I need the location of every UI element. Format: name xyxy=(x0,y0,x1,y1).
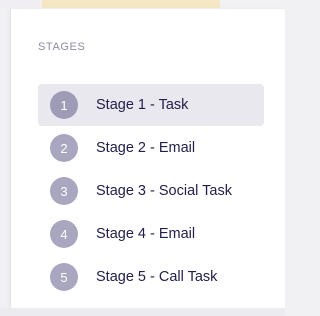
stage-item-5[interactable]: 5 Stage 5 - Call Task xyxy=(38,256,264,298)
stage-item-4[interactable]: 4 Stage 4 - Email xyxy=(38,213,264,255)
stage-number-badge: 5 xyxy=(50,263,78,291)
stage-item-1[interactable]: 1 Stage 1 - Task xyxy=(38,84,264,126)
background-highlight xyxy=(42,0,220,8)
stage-number-badge: 4 xyxy=(50,220,78,248)
background-bottom xyxy=(0,308,285,316)
stage-number-badge: 1 xyxy=(50,91,78,119)
stage-label: Stage 2 - Email xyxy=(96,140,196,156)
stage-label: Stage 3 - Social Task xyxy=(96,183,232,199)
panel-title: STAGES xyxy=(38,41,86,53)
background-left xyxy=(0,0,40,8)
stage-label: Stage 4 - Email xyxy=(96,226,196,242)
stage-item-2[interactable]: 2 Stage 2 - Email xyxy=(38,127,264,169)
stage-label: Stage 1 - Task xyxy=(96,97,189,113)
stage-number-badge: 3 xyxy=(50,177,78,205)
stage-list: 1 Stage 1 - Task 2 Stage 2 - Email 3 Sta… xyxy=(38,84,264,299)
stage-number-badge: 2 xyxy=(50,134,78,162)
stage-label: Stage 5 - Call Task xyxy=(96,269,218,285)
stage-item-3[interactable]: 3 Stage 3 - Social Task xyxy=(38,170,264,212)
